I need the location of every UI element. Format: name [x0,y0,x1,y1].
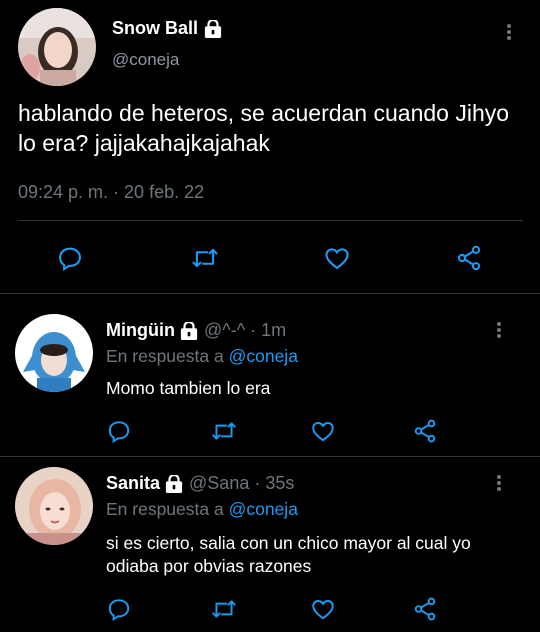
handle-timestamp[interactable]: @^-^ · 1m [204,320,286,341]
display-name[interactable]: Mingüin [106,320,175,341]
more-options-icon[interactable] [494,320,504,340]
divider [18,220,523,221]
reply-icon[interactable] [106,418,132,444]
reply-header: Sanita @Sana · 35s [106,473,294,494]
share-icon[interactable] [412,418,438,444]
main-tweet: Snow Ball @coneja hablando de heteros, s… [0,0,540,293]
display-name[interactable]: Sanita [106,473,160,494]
display-name-text: Snow Ball [112,18,199,38]
handle[interactable]: @coneja [112,50,179,70]
reply-header: Mingüin @^-^ · 1m [106,320,286,341]
retweet-icon[interactable] [210,596,238,622]
retweet-icon[interactable] [190,244,220,272]
handle-timestamp[interactable]: @Sana · 35s [189,473,294,494]
reply-tweet: Mingüin @^-^ · 1m En respuesta a @coneja… [0,294,540,458]
lock-icon [165,474,183,493]
reply-icon[interactable] [56,244,84,272]
share-icon[interactable] [412,596,438,622]
avatar[interactable] [15,314,93,392]
avatar[interactable] [18,8,96,86]
more-options-icon[interactable] [494,473,504,493]
reply-context: En respuesta a @coneja [106,346,298,367]
reply-prefix: En respuesta a [106,499,224,519]
more-options-icon[interactable] [504,22,514,42]
lock-icon [180,321,198,340]
like-icon[interactable] [309,418,337,444]
tweet-text: si es cierto, salia con un chico mayor a… [106,533,471,576]
share-icon[interactable] [455,244,483,272]
avatar[interactable] [15,467,93,545]
like-icon[interactable] [309,596,337,622]
display-name[interactable]: Snow Ball [112,18,222,39]
like-icon[interactable] [322,244,352,272]
mention-link[interactable]: @coneja [229,346,298,366]
tweet-timestamp[interactable]: 09:24 p. m. · 20 feb. 22 [18,182,204,203]
reply-icon[interactable] [106,596,132,622]
retweet-icon[interactable] [210,418,238,444]
tweet-text: Momo tambien lo era [106,378,271,398]
reply-prefix: En respuesta a [106,346,224,366]
tweet-text: hablando de heteros, se acuerdan cuando … [18,100,510,156]
lock-icon [204,19,222,38]
reply-tweet: Sanita @Sana · 35s En respuesta a @conej… [0,457,540,632]
mention-link[interactable]: @coneja [229,499,298,519]
reply-context: En respuesta a @coneja [106,499,298,520]
